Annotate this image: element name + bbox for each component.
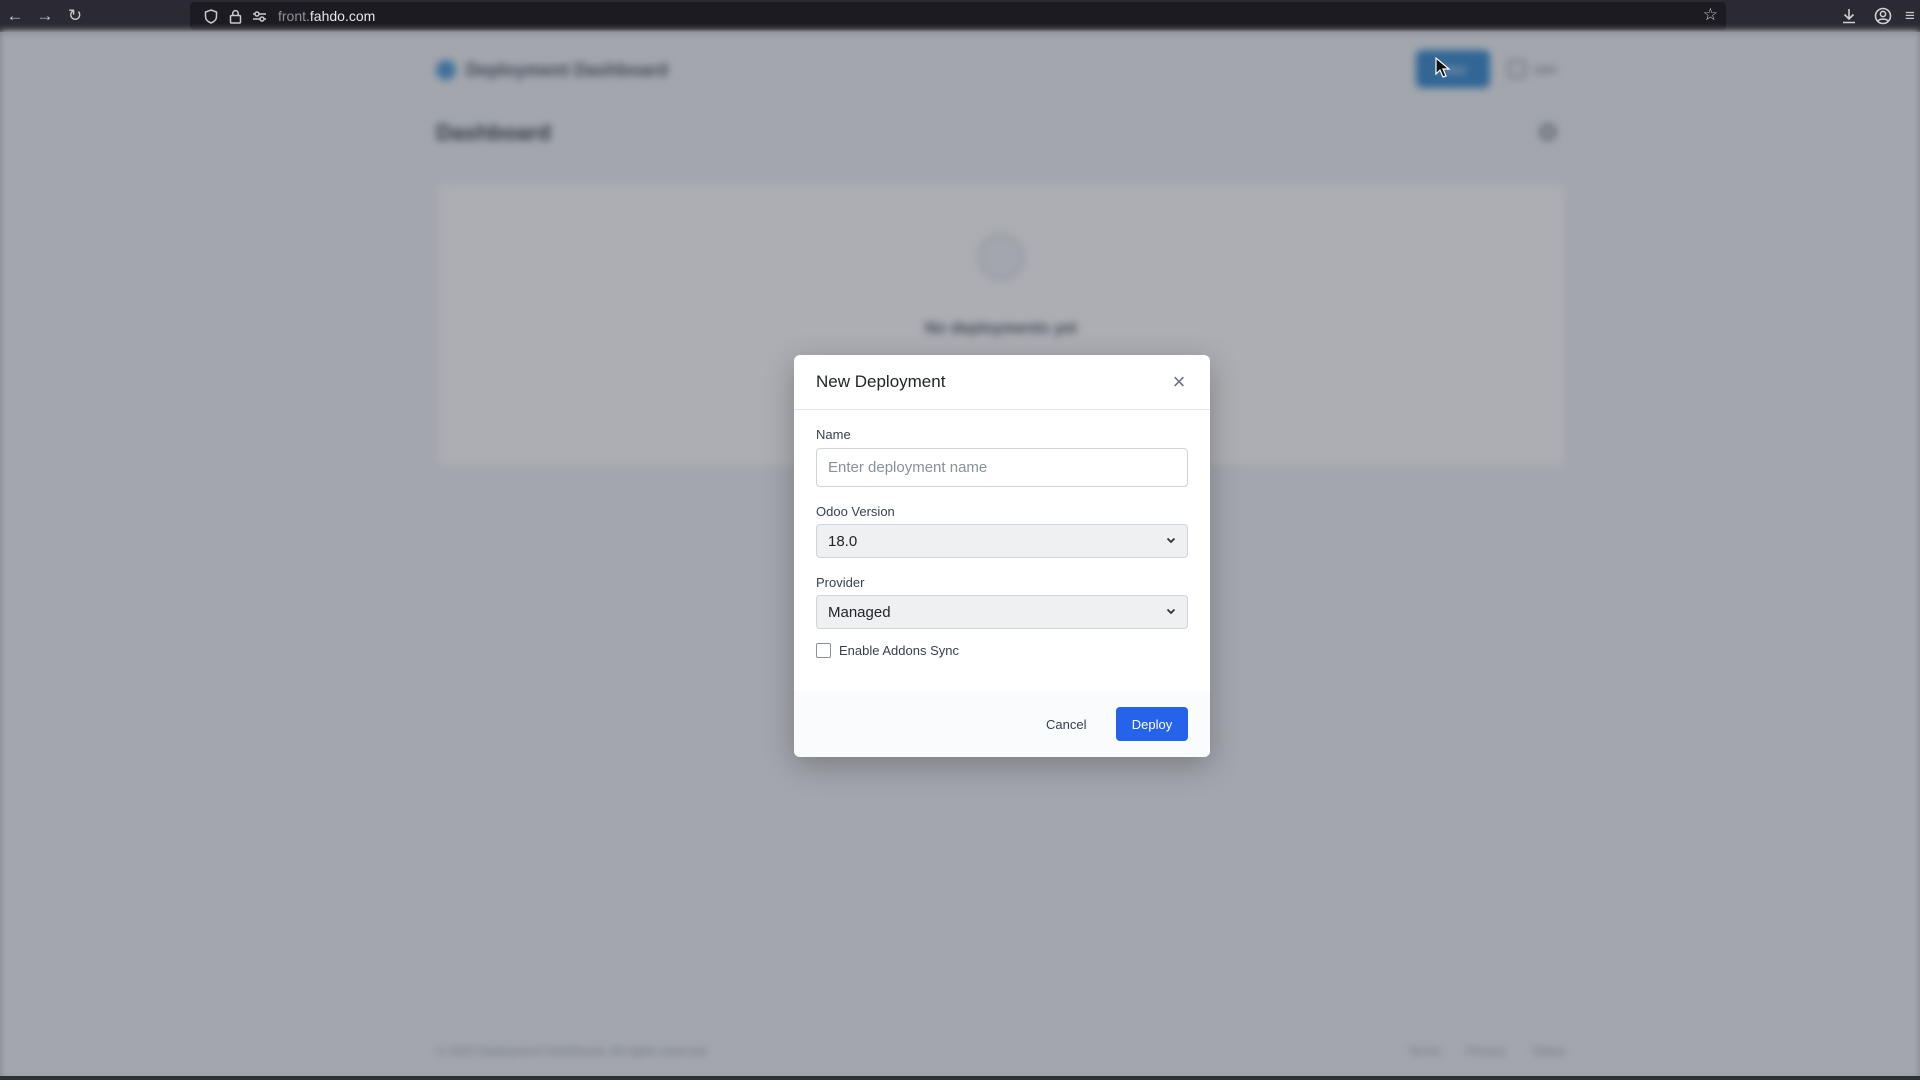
url-text[interactable]: front.fahdo.com bbox=[278, 8, 375, 24]
download-icon[interactable] bbox=[1832, 1, 1866, 31]
modal-title: New Deployment bbox=[816, 372, 946, 391]
deploy-button[interactable]: Deploy bbox=[1116, 707, 1188, 741]
odoo-version-value: 18.0 bbox=[828, 532, 858, 550]
provider-value: Managed bbox=[828, 603, 891, 621]
modal-footer: Cancel Deploy bbox=[794, 691, 1210, 757]
taskbar bbox=[0, 1076, 1920, 1080]
name-label: Name bbox=[816, 427, 851, 442]
provider-label: Provider bbox=[816, 575, 865, 590]
account-icon[interactable] bbox=[1866, 1, 1900, 31]
forward-icon[interactable]: → bbox=[30, 1, 60, 31]
addons-sync-label[interactable]: Enable Addons Sync bbox=[839, 643, 959, 658]
shield-icon[interactable] bbox=[200, 5, 222, 27]
addons-sync-row[interactable]: Enable Addons Sync bbox=[816, 643, 959, 658]
lock-icon[interactable] bbox=[224, 5, 246, 27]
reload-icon[interactable]: ↻ bbox=[60, 1, 90, 31]
mouse-cursor-icon bbox=[1435, 57, 1451, 78]
odoo-version-label: Odoo Version bbox=[816, 504, 895, 519]
cancel-button[interactable]: Cancel bbox=[1034, 707, 1098, 741]
chevron-down-icon bbox=[1166, 608, 1176, 615]
address-bar[interactable]: front.fahdo.com ☆ bbox=[190, 2, 1726, 30]
addons-sync-checkbox[interactable] bbox=[816, 643, 831, 658]
back-icon[interactable]: ← bbox=[0, 1, 30, 31]
modal-header: New Deployment × bbox=[794, 355, 1210, 410]
chevron-down-icon bbox=[1166, 537, 1176, 544]
deployment-name-input[interactable] bbox=[816, 448, 1188, 487]
browser-toolbar: ← → ↻ front.fahdo.com ☆ ≡ bbox=[0, 0, 1920, 32]
extensions-icon[interactable]: ≡ bbox=[1900, 1, 1920, 31]
close-icon[interactable]: × bbox=[1166, 369, 1192, 395]
new-deployment-modal: New Deployment × Name Odoo Version 18.0 … bbox=[794, 355, 1210, 757]
odoo-version-select[interactable]: 18.0 bbox=[816, 524, 1188, 558]
site-settings-icon[interactable] bbox=[248, 5, 270, 27]
bookmark-star-icon[interactable]: ☆ bbox=[1703, 5, 1718, 25]
provider-select[interactable]: Managed bbox=[816, 595, 1188, 629]
